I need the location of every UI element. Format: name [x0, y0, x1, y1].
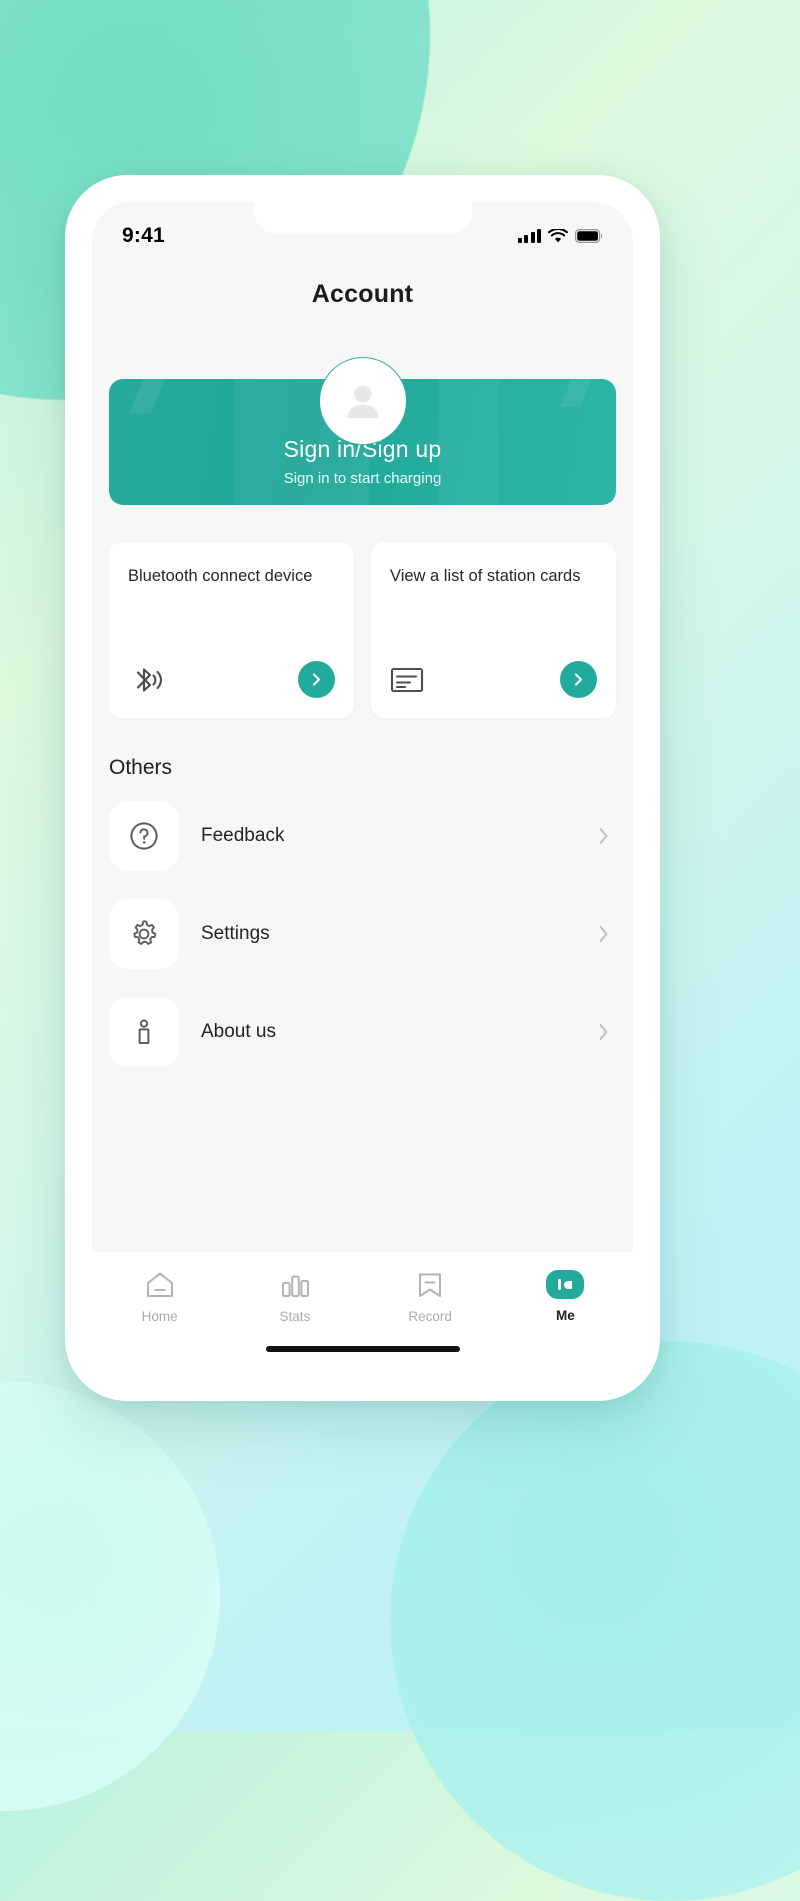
bluetooth-connect-card[interactable]: Bluetooth connect device	[109, 542, 354, 718]
chevron-right-icon	[312, 673, 321, 686]
lightning-bolt-decoration	[560, 379, 598, 407]
device-notch	[253, 202, 472, 234]
gear-icon	[133, 920, 157, 945]
wifi-icon	[548, 228, 568, 242]
list-item-label: About us	[201, 1021, 276, 1042]
phone-screen: 9:41 Account Sign in/Sign up Sign in to …	[92, 202, 633, 1374]
list-item-settings[interactable]: Settings	[109, 894, 616, 974]
chevron-right-icon	[599, 828, 608, 844]
status-bar-icons	[517, 228, 604, 244]
tab-home[interactable]: Home	[92, 1270, 227, 1324]
tab-label: Record	[408, 1309, 452, 1324]
others-section-heading: Others	[109, 756, 173, 779]
chevron-right-icon	[574, 673, 583, 686]
tab-label: Stats	[279, 1309, 311, 1324]
cellular-signal-icon	[517, 229, 541, 243]
tab-label: Home	[141, 1309, 178, 1324]
question-circle-icon	[130, 822, 158, 850]
list-item-label: Feedback	[201, 825, 285, 846]
status-bar: 9:41	[92, 202, 633, 260]
about-us-icon-tile	[109, 997, 179, 1067]
station-cards-go-button[interactable]	[560, 661, 597, 698]
user-avatar-icon	[347, 385, 378, 418]
tab-me[interactable]: Me	[498, 1270, 633, 1323]
action-card-footer	[128, 661, 335, 698]
station-cards-card[interactable]: View a list of station cards	[371, 542, 616, 718]
sign-in-hero-section: Sign in/Sign up Sign in to start chargin…	[109, 357, 616, 505]
tab-label: Me	[555, 1308, 575, 1323]
page-title: Account	[311, 280, 414, 308]
chevron-right-icon	[599, 926, 608, 942]
battery-icon	[575, 229, 603, 243]
home-icon	[146, 1272, 173, 1297]
info-person-icon	[138, 1019, 150, 1044]
action-card-title: Bluetooth connect device	[128, 567, 313, 585]
background-blob-bottom-right	[390, 1341, 800, 1901]
list-item-label: Settings	[201, 923, 270, 944]
bottom-tab-bar: Home Stats Record Me	[92, 1252, 633, 1374]
bluetooth-connect-go-button[interactable]	[298, 661, 335, 698]
action-card-footer	[390, 661, 597, 698]
bluetooth-searching-icon	[136, 667, 162, 692]
phone-device-frame: 9:41 Account Sign in/Sign up Sign in to …	[65, 175, 660, 1401]
home-indicator	[265, 1346, 460, 1352]
station-card-list-icon	[390, 667, 424, 692]
tab-stats[interactable]: Stats	[227, 1270, 362, 1324]
me-pill-icon	[546, 1270, 585, 1299]
list-item-feedback[interactable]: Feedback	[109, 796, 616, 876]
action-cards-row: Bluetooth connect device View a list of …	[109, 542, 616, 718]
feedback-icon-tile	[109, 801, 179, 871]
bookmark-icon	[419, 1273, 442, 1297]
sign-in-subtitle: Sign in to start charging	[283, 470, 442, 487]
tab-record[interactable]: Record	[363, 1270, 498, 1324]
action-card-title: View a list of station cards	[390, 567, 581, 585]
bar-chart-icon	[281, 1275, 309, 1297]
avatar[interactable]	[318, 357, 407, 445]
settings-icon-tile	[109, 899, 179, 969]
chevron-right-icon	[599, 1024, 608, 1040]
status-bar-time: 9:41	[122, 224, 165, 247]
background-blob-bottom-left	[0, 1381, 220, 1811]
list-item-about-us[interactable]: About us	[109, 992, 616, 1072]
lightning-bolt-decoration	[129, 379, 171, 413]
